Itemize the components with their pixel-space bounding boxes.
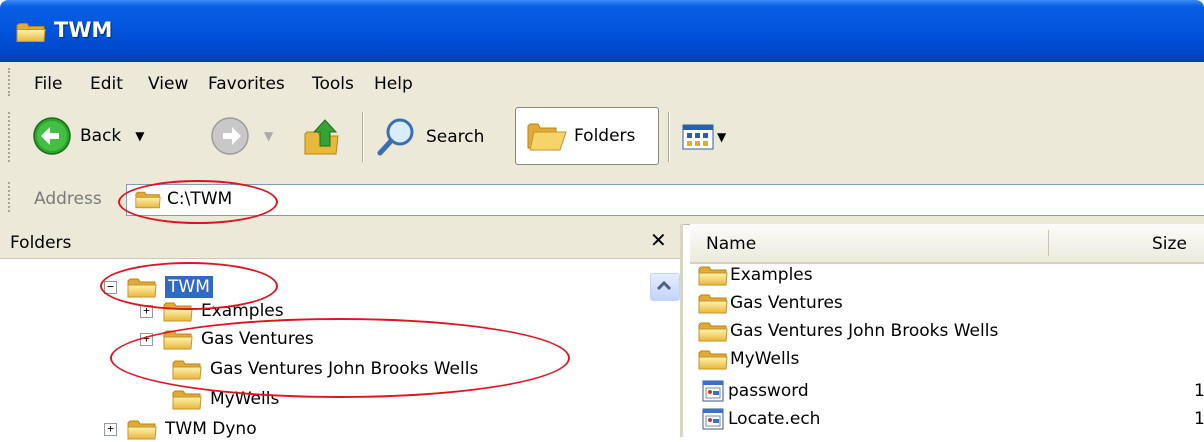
forward-button[interactable]: ▼: [210, 116, 273, 156]
column-header-size[interactable]: Size: [1152, 234, 1187, 254]
list-item-name: Gas Ventures: [730, 293, 843, 313]
folder-icon: [172, 389, 202, 410]
column-header-row: Name Size: [690, 224, 1204, 264]
toolbar-grip[interactable]: [8, 112, 14, 162]
views-button[interactable]: ▼: [682, 124, 726, 150]
address-label: Address: [34, 189, 102, 209]
search-label: Search: [426, 127, 485, 147]
search-icon: [377, 118, 414, 156]
folders-label: Folders: [574, 126, 636, 146]
title-bar[interactable]: TWM: [0, 0, 1204, 62]
list-item[interactable]: Gas Ventures: [698, 290, 843, 316]
folders-icon: [527, 123, 567, 151]
menu-edit[interactable]: Edit: [90, 74, 123, 94]
search-button[interactable]: Search: [376, 116, 484, 158]
menu-help[interactable]: Help: [374, 74, 413, 94]
folder-icon: [16, 21, 46, 43]
file-icon: [702, 408, 724, 430]
menu-tools[interactable]: Tools: [312, 74, 354, 94]
close-icon[interactable]: ✕: [650, 228, 667, 252]
file-icon: [702, 380, 724, 402]
back-arrow-icon: [33, 117, 71, 155]
folder-icon: [698, 265, 728, 286]
list-item-size: 1: [1194, 409, 1204, 429]
address-grip[interactable]: [8, 182, 14, 212]
back-dropdown-icon[interactable]: ▼: [135, 129, 144, 143]
expand-icon[interactable]: +: [104, 422, 117, 436]
list-item-name: Examples: [730, 265, 813, 285]
annotation-ellipse: [100, 262, 278, 310]
folders-pane: Folders ✕ − TWM + Examples + Gas Venture…: [0, 224, 683, 439]
list-item[interactable]: password: [702, 378, 809, 404]
forward-dropdown-icon[interactable]: ▼: [264, 129, 273, 143]
forward-arrow-icon: [211, 117, 249, 155]
list-item-name: Locate.ech: [728, 409, 821, 429]
menu-favorites[interactable]: Favorites: [208, 74, 285, 94]
list-item-name: MyWells: [730, 349, 800, 369]
back-button[interactable]: Back ▼: [32, 116, 145, 156]
up-folder-icon: [304, 119, 339, 155]
menu-view[interactable]: View: [148, 74, 188, 94]
views-dropdown-icon[interactable]: ▼: [717, 130, 726, 144]
standard-toolbar: Back ▼ ▼ Search Folders ▼: [0, 102, 1204, 173]
tree-item-label: TWM Dyno: [165, 419, 257, 439]
list-item[interactable]: Gas Ventures John Brooks Wells: [698, 318, 998, 344]
scroll-up-button[interactable]: [650, 273, 680, 301]
column-divider[interactable]: [1048, 230, 1049, 256]
folders-pane-title: Folders: [10, 233, 72, 253]
list-item-name: password: [728, 381, 809, 401]
folder-icon: [698, 321, 728, 342]
annotation-ellipse: [110, 318, 570, 398]
list-item-size: 1: [1194, 381, 1204, 401]
menu-bar: File Edit View Favorites Tools Help: [0, 62, 1204, 103]
folder-icon: [698, 293, 728, 314]
window-title: TWM: [54, 18, 113, 42]
folder-icon: [127, 419, 157, 440]
toolbar-separator: [668, 112, 670, 162]
menu-file[interactable]: File: [34, 74, 62, 94]
back-label: Back: [80, 126, 122, 146]
column-header-name[interactable]: Name: [706, 234, 756, 254]
tree-item-twm-dyno[interactable]: + TWM Dyno: [104, 416, 257, 442]
annotation-ellipse: [118, 180, 278, 224]
views-icon: [682, 124, 714, 150]
list-item[interactable]: MyWells: [698, 346, 799, 372]
folders-button[interactable]: Folders: [515, 107, 659, 165]
toolbar-separator: [362, 112, 364, 162]
menu-grip[interactable]: [8, 68, 14, 96]
folder-icon: [698, 349, 728, 370]
list-item[interactable]: Locate.ech: [702, 406, 820, 432]
chevron-up-icon: [656, 280, 672, 291]
up-folder-button[interactable]: [302, 116, 344, 158]
address-input[interactable]: C:\TWM: [126, 184, 1204, 216]
list-item-name: Gas Ventures John Brooks Wells: [730, 321, 999, 341]
list-item[interactable]: Examples: [698, 262, 813, 288]
folders-pane-header: Folders ✕: [0, 224, 680, 259]
file-list-pane: Name Size Examples Gas Ventures Gas Vent…: [690, 224, 1204, 437]
